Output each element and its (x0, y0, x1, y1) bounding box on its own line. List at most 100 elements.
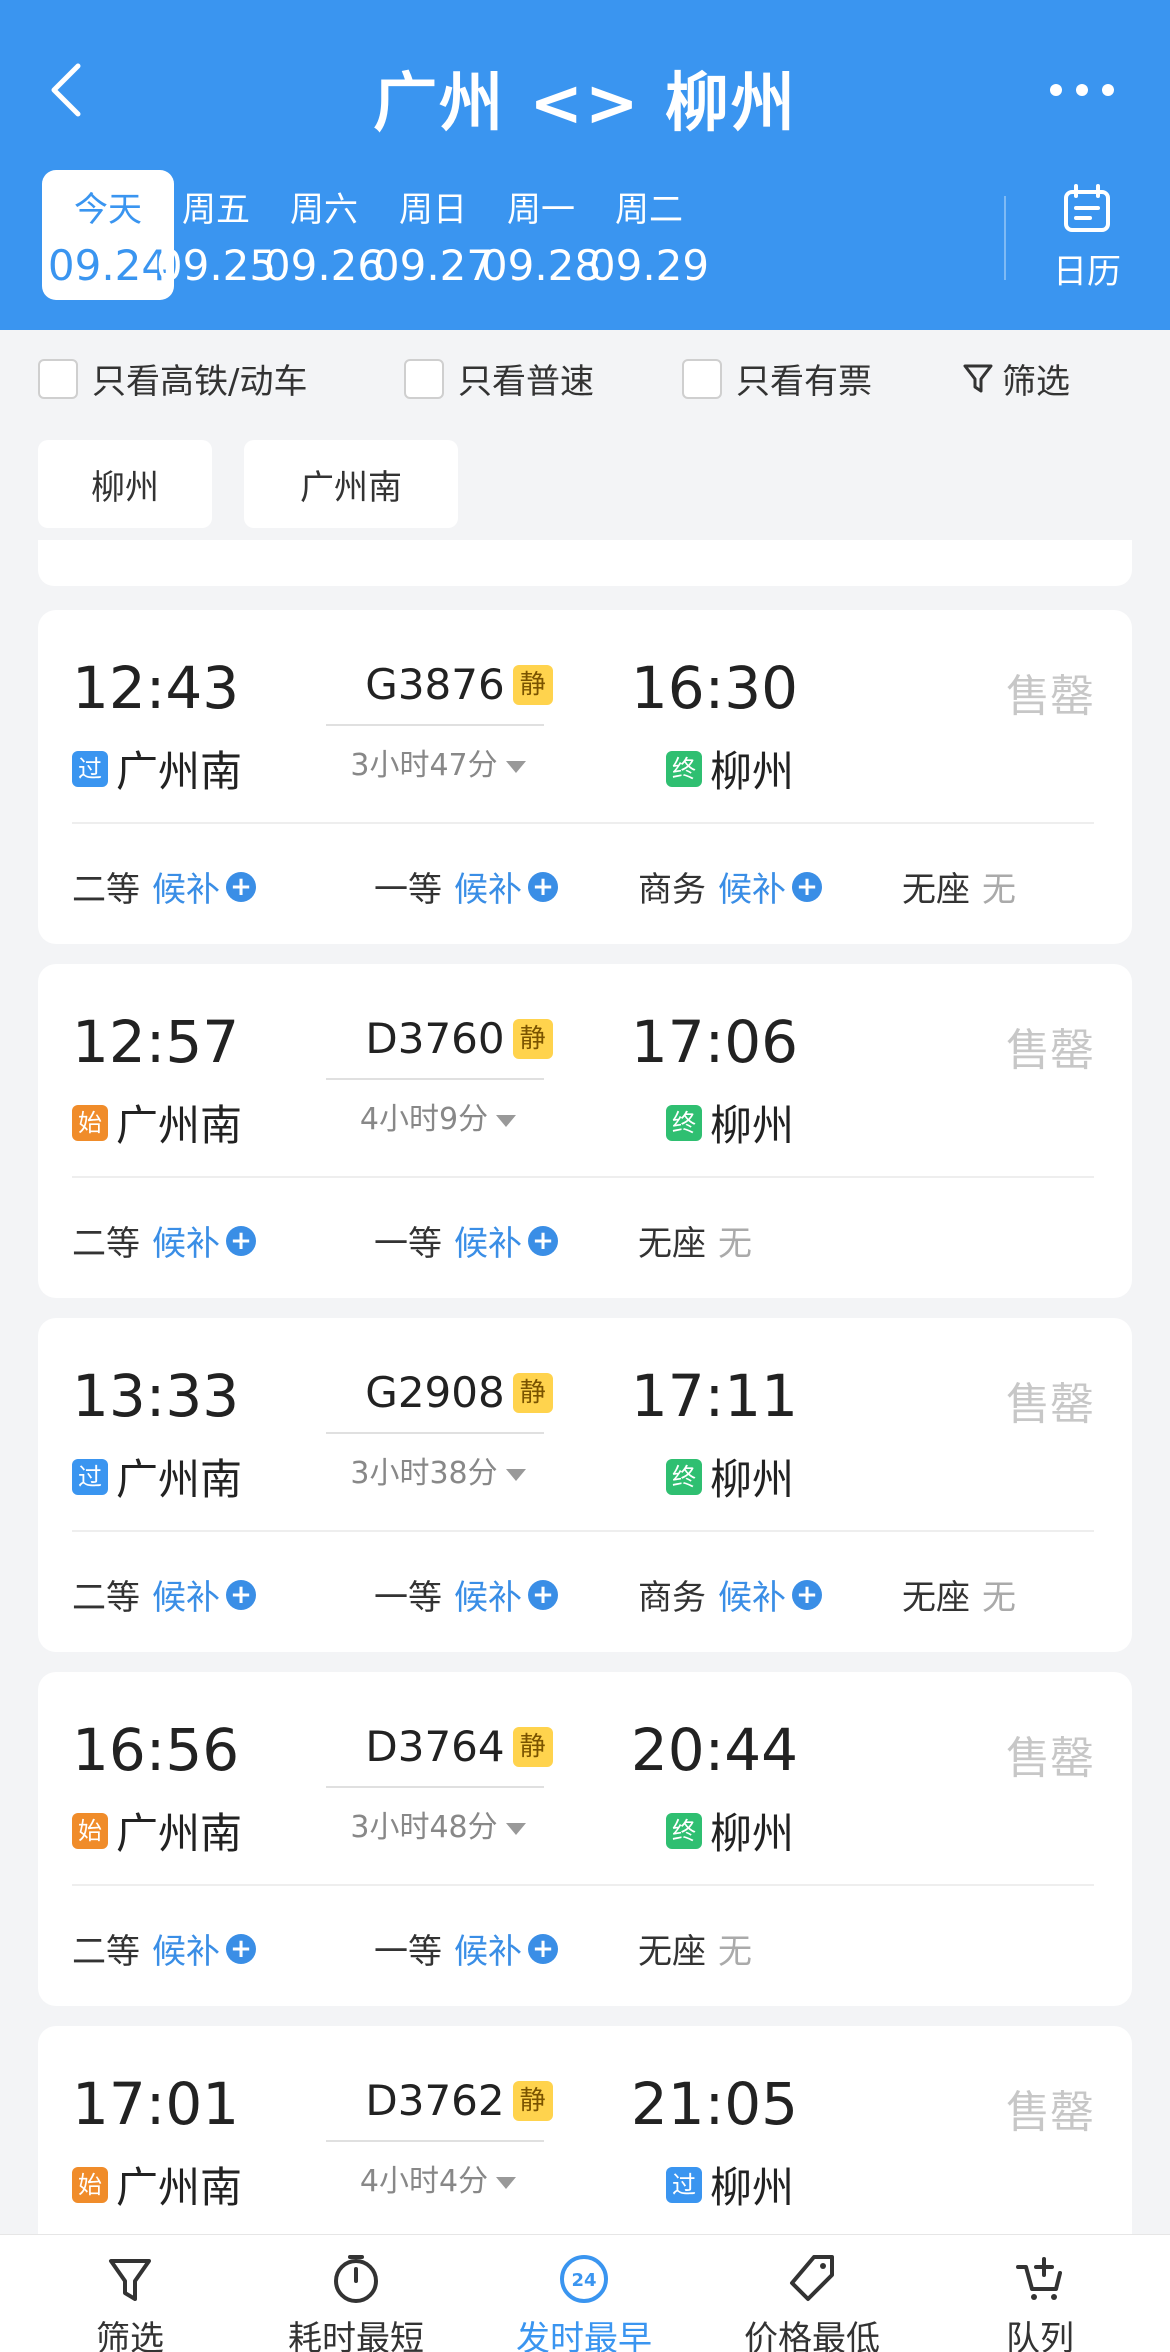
more-options-icon[interactable] (1050, 84, 1114, 100)
train-number: G2908 静 (334, 1368, 584, 1417)
seat-standing: 无座无 (902, 870, 1016, 910)
price-tag-icon (790, 2255, 834, 2301)
soldout-status: 售罄 (1006, 1025, 1094, 1076)
origin-tag: 始 (72, 2166, 108, 2203)
seat-first-class[interactable]: 一等 候补 + (374, 862, 558, 911)
seat-first-class[interactable]: 一等 候补 + (374, 1924, 558, 1973)
nav-shortest[interactable]: 耗时最短 (256, 2251, 456, 2352)
route-line (326, 1432, 544, 1434)
train-card[interactable]: 13:33 过 广州南 G2908 静 3小时38分 17:11 终 柳州 售罄… (38, 1318, 1132, 1652)
station-name: 广州南 (116, 747, 243, 796)
add-waitlist-icon[interactable]: + (792, 871, 822, 902)
top-header: 广州 <> 柳州 今天 09.24 周五 09.25 周六 09.26 周日 0… (0, 0, 1170, 330)
date-value: 09.29 (588, 241, 710, 290)
caret-down-icon (496, 1114, 517, 1127)
filter-high-speed[interactable]: 只看高铁/动车 (38, 354, 307, 403)
arrival-station: 终 柳州 (666, 1092, 794, 1153)
clock-24-icon: 24 (560, 2255, 608, 2303)
arrival-time: 17:11 (630, 1362, 798, 1430)
seat-row: 二等 候补 + 一等 候补 + 商务 候补 + 无座无 (72, 862, 1112, 912)
seat-second-class[interactable]: 二等 候补 + (72, 1570, 256, 1619)
stopwatch-icon (334, 2255, 378, 2303)
nav-label: 筛选 (96, 2319, 164, 2352)
departure-station: 始 广州南 (72, 1092, 242, 1153)
departure-time: 17:01 (72, 2070, 240, 2138)
soldout-status: 售罄 (1006, 2087, 1094, 2138)
route-line (326, 2140, 544, 2142)
arrival-time: 21:05 (630, 2070, 798, 2138)
station-chip-guangzhounan[interactable]: 广州南 (244, 440, 458, 528)
duration-toggle[interactable]: 4小时4分 (324, 2156, 552, 2200)
train-card[interactable]: 17:01 始 广州南 D3762 静 4小时4分 21:05 过 柳州 售罄 (38, 2026, 1132, 2246)
add-waitlist-icon[interactable]: + (792, 1579, 822, 1610)
train-card[interactable]: 12:57 始 广州南 D3760 静 4小时9分 17:06 终 柳州 售罄 … (38, 964, 1132, 1298)
seat-first-class[interactable]: 一等 候补 + (374, 1216, 558, 1265)
filter-icon (963, 364, 993, 392)
seat-business[interactable]: 商务 候补 + (638, 862, 822, 911)
soldout-status: 售罄 (1006, 1733, 1094, 1784)
partial-card (38, 540, 1132, 586)
add-waitlist-icon[interactable]: + (528, 1225, 558, 1256)
bottom-nav: 筛选 耗时最短 24 发时最早 价格最低 队列 (0, 2234, 1170, 2352)
seat-business[interactable]: 商务 候补 + (638, 1570, 822, 1619)
filter-label: 只看有票 (736, 362, 872, 402)
arrival-time: 16:30 (630, 654, 798, 722)
nav-earliest[interactable]: 24 发时最早 (484, 2251, 684, 2352)
quiet-car-badge: 静 (512, 2080, 553, 2121)
seat-row: 二等 候补 + 一等 候补 + 商务 候补 + 无座无 (72, 1570, 1112, 1620)
add-waitlist-icon[interactable]: + (226, 1933, 256, 1964)
seat-second-class[interactable]: 二等 候补 + (72, 862, 256, 911)
filter-label: 只看高铁/动车 (92, 362, 308, 402)
terminal-tag: 终 (666, 1104, 702, 1141)
nav-queue[interactable]: 队列 (940, 2251, 1140, 2352)
date-tab-0929[interactable]: 周二 09.29 (583, 170, 715, 300)
nav-label: 队列 (1006, 2319, 1074, 2352)
filter-button[interactable]: 筛选 (962, 354, 1070, 403)
train-card[interactable]: 16:56 始 广州南 D3764 静 3小时48分 20:44 终 柳州 售罄… (38, 1672, 1132, 2006)
add-waitlist-icon[interactable]: + (226, 1225, 256, 1256)
duration-toggle[interactable]: 3小时48分 (324, 1802, 552, 1846)
train-no: G3876 (365, 660, 505, 709)
nav-label: 价格最低 (744, 2319, 880, 2352)
quiet-car-badge: 静 (512, 664, 553, 705)
duration-toggle[interactable]: 3小时38分 (324, 1448, 552, 1492)
date-weekday: 周二 (615, 190, 683, 230)
station-name: 广州南 (116, 1455, 243, 1504)
checkbox[interactable] (682, 358, 722, 399)
terminal-tag: 终 (666, 1458, 702, 1495)
caret-down-icon (505, 1468, 526, 1481)
soldout-status: 售罄 (1006, 1379, 1094, 1430)
calendar-button[interactable]: 日历 (1046, 184, 1128, 293)
caret-down-icon (496, 2176, 517, 2189)
seat-second-class[interactable]: 二等 候补 + (72, 1924, 256, 1973)
route-line (326, 1078, 544, 1080)
duration-toggle[interactable]: 4小时9分 (324, 1094, 552, 1138)
seat-first-class[interactable]: 一等 候补 + (374, 1570, 558, 1619)
caret-down-icon (505, 1822, 526, 1835)
add-waitlist-icon[interactable]: + (226, 871, 256, 902)
station-name: 广州南 (116, 2163, 243, 2212)
filter-available[interactable]: 只看有票 (682, 354, 872, 403)
station-name: 广州南 (116, 1809, 243, 1858)
duration-toggle[interactable]: 3小时47分 (324, 740, 552, 784)
terminal-tag: 终 (666, 1812, 702, 1849)
nav-cheapest[interactable]: 价格最低 (712, 2251, 912, 2352)
seat-standing: 无座无 (638, 1224, 752, 1264)
cart-icon (1016, 2257, 1062, 2300)
train-card[interactable]: 12:43 过 广州南 G3876 静 3小时47分 16:30 终 柳州 售罄… (38, 610, 1132, 944)
add-waitlist-icon[interactable]: + (226, 1579, 256, 1610)
checkbox[interactable] (38, 358, 78, 399)
duration-text: 3小时38分 (350, 1456, 498, 1491)
filter-normal-speed[interactable]: 只看普速 (404, 354, 594, 403)
card-divider (72, 822, 1094, 824)
nav-filter[interactable]: 筛选 (30, 2251, 230, 2352)
calendar-label: 日历 (1053, 252, 1121, 292)
add-waitlist-icon[interactable]: + (528, 1933, 558, 1964)
station-chip-liuzhou[interactable]: 柳州 (38, 440, 212, 528)
duration-text: 3小时47分 (350, 748, 498, 783)
seat-second-class[interactable]: 二等 候补 + (72, 1216, 256, 1265)
add-waitlist-icon[interactable]: + (528, 1579, 558, 1610)
add-waitlist-icon[interactable]: + (528, 871, 558, 902)
station-name: 柳州 (710, 1809, 795, 1858)
checkbox[interactable] (404, 358, 444, 399)
